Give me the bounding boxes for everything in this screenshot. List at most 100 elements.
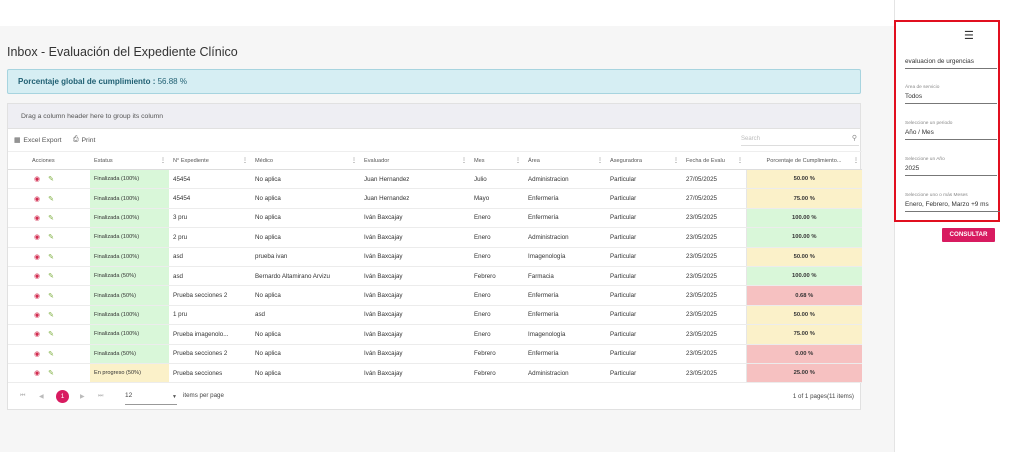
edit-pencil-icon[interactable]: ✎: [48, 293, 54, 300]
column-header[interactable]: Estatus ⋮: [90, 151, 169, 170]
fecha-cell: 23/05/2025: [682, 247, 746, 267]
column-header[interactable]: Mes ⋮: [470, 151, 524, 170]
mes-cell: Enero: [470, 247, 524, 267]
view-eye-icon[interactable]: ◉: [34, 254, 40, 261]
group-panel[interactable]: Drag a column header here to group its c…: [8, 104, 860, 129]
column-header[interactable]: Porcentaje de Cumplimiento... ⋮: [746, 151, 862, 170]
area-cell: Imagenología: [524, 247, 606, 267]
edit-pencil-icon[interactable]: ✎: [48, 370, 54, 377]
view-eye-icon[interactable]: ◉: [34, 176, 40, 183]
mes-cell: Enero: [470, 227, 524, 248]
column-header-label: Porcentaje de Cumplimiento...: [766, 157, 842, 164]
area-select[interactable]: Área de servicio Todos: [905, 85, 997, 104]
column-header[interactable]: Evaluador ⋮: [360, 151, 470, 170]
year-value: 2025: [905, 165, 920, 172]
view-eye-icon[interactable]: ◉: [34, 215, 40, 222]
column-menu-icon[interactable]: ⋮: [515, 157, 521, 164]
view-eye-icon[interactable]: ◉: [34, 196, 40, 203]
view-eye-icon[interactable]: ◉: [34, 331, 40, 338]
column-header[interactable]: Fecha de Evalu ⋮: [682, 151, 746, 170]
area-cell: Farmacia: [524, 266, 606, 287]
porcentaje-cell: 75.00 %: [745, 324, 862, 345]
medico-cell: No aplica: [251, 169, 360, 190]
edit-pencil-icon[interactable]: ✎: [48, 196, 54, 203]
expediente-cell: Prueba secciones 2: [169, 285, 251, 306]
page-size-select[interactable]: 12 ▼: [125, 392, 177, 405]
table-row: ◉ ✎ Finalizada (50%) Prueba secciones 2 No a…: [8, 344, 862, 364]
estatus-cell: Finalizada (100%): [90, 227, 169, 248]
items-per-page-label: items per page: [183, 392, 224, 399]
column-menu-icon[interactable]: ⋮: [737, 157, 743, 164]
column-header[interactable]: Aseguradora ⋮: [606, 151, 682, 170]
column-header-label: Aseguradora: [610, 157, 643, 164]
porcentaje-cell: 75.00 %: [745, 188, 862, 209]
grid-toolbar: ▦ Excel Export ⎙ Print Search ⚲: [8, 129, 860, 150]
view-eye-icon[interactable]: ◉: [34, 312, 40, 319]
table-row: ◉ ✎ Finalizada (100%) 2 pru No aplica Iván Ba…: [8, 227, 862, 248]
column-header[interactable]: N° Expediente ⋮: [169, 151, 251, 170]
estatus-cell: Finalizada (50%): [90, 266, 169, 287]
menu-icon[interactable]: ☰: [964, 29, 974, 42]
next-page-icon[interactable]: ▶: [80, 393, 85, 400]
last-page-icon[interactable]: ⏭: [98, 393, 103, 400]
fecha-cell: 23/05/2025: [682, 344, 746, 364]
table-header-row: Acciones Estatus ⋮ N° Expediente ⋮ Médico ⋮ Eva…: [8, 151, 862, 170]
column-header[interactable]: Acciones: [8, 151, 90, 170]
actions-cell: ◉ ✎: [8, 324, 90, 345]
evaluador-cell: Iván Baxcajay: [360, 285, 470, 306]
search-field-value: evaluacion de urgencias: [905, 58, 974, 65]
page-number-current[interactable]: 1: [56, 390, 69, 403]
area-cell: Imagenología: [524, 324, 606, 345]
page-title: Inbox - Evaluación del Expediente Clínic…: [7, 45, 238, 59]
first-page-icon[interactable]: ⏮: [20, 393, 25, 400]
grid-search-input[interactable]: Search ⚲: [741, 133, 859, 146]
column-menu-icon[interactable]: ⋮: [160, 157, 166, 164]
edit-pencil-icon[interactable]: ✎: [48, 351, 54, 358]
year-select[interactable]: Seleccione un Año 2025: [905, 157, 997, 176]
period-select[interactable]: Seleccione un periodo Año / Mes: [905, 121, 997, 140]
column-menu-icon[interactable]: ⋮: [597, 157, 603, 164]
view-eye-icon[interactable]: ◉: [34, 351, 40, 358]
column-header-label: Acciones: [32, 157, 55, 164]
edit-pencil-icon[interactable]: ✎: [48, 331, 54, 338]
search-icon: ⚲: [851, 135, 857, 142]
evaluador-cell: Iván Baxcajay: [360, 247, 470, 267]
fecha-cell: 23/05/2025: [682, 208, 746, 229]
estatus-cell: Finalizada (100%): [90, 169, 169, 190]
porcentaje-cell: 100.00 %: [745, 227, 862, 248]
view-eye-icon[interactable]: ◉: [34, 370, 40, 377]
excel-export-button[interactable]: ▦ Excel Export: [14, 136, 62, 145]
column-menu-icon[interactable]: ⋮: [673, 157, 679, 164]
column-header[interactable]: Médico ⋮: [251, 151, 360, 170]
months-select[interactable]: Seleccione uno o más Meses Enero, Febrer…: [905, 193, 1000, 212]
column-menu-icon[interactable]: ⋮: [351, 157, 357, 164]
table-body: ◉ ✎ Finalizada (100%) 45454 No aplica Juan He…: [8, 169, 862, 384]
search-field[interactable]: evaluacion de urgencias: [905, 58, 997, 69]
edit-pencil-icon[interactable]: ✎: [48, 234, 54, 241]
view-eye-icon[interactable]: ◉: [34, 273, 40, 280]
fecha-cell: 23/05/2025: [682, 266, 746, 287]
medico-cell: No aplica: [251, 188, 360, 209]
edit-pencil-icon[interactable]: ✎: [48, 254, 54, 261]
estatus-cell: En progreso (50%): [90, 363, 169, 384]
edit-pencil-icon[interactable]: ✎: [48, 312, 54, 319]
column-header[interactable]: Área ⋮: [524, 151, 606, 170]
prev-page-icon[interactable]: ◀: [39, 393, 44, 400]
aseguradora-cell: Particular: [606, 305, 682, 326]
evaluador-cell: Iván Baxcajay: [360, 208, 470, 229]
view-eye-icon[interactable]: ◉: [34, 293, 40, 300]
column-menu-icon[interactable]: ⋮: [853, 157, 859, 164]
consult-button[interactable]: CONSULTAR: [942, 228, 995, 242]
expediente-cell: 2 pru: [169, 227, 251, 248]
edit-pencil-icon[interactable]: ✎: [48, 273, 54, 280]
edit-pencil-icon[interactable]: ✎: [48, 176, 54, 183]
view-eye-icon[interactable]: ◉: [34, 234, 40, 241]
edit-pencil-icon[interactable]: ✎: [48, 215, 54, 222]
column-menu-icon[interactable]: ⋮: [461, 157, 467, 164]
area-cell: Enfermería: [524, 344, 606, 364]
aseguradora-cell: Particular: [606, 285, 682, 306]
print-button[interactable]: ⎙ Print: [73, 136, 95, 144]
column-menu-icon[interactable]: ⋮: [242, 157, 248, 164]
page-size-value: 12: [125, 392, 133, 399]
table-row: ◉ ✎ Finalizada (100%) 1 pru asd Iván Baxcajay…: [8, 305, 862, 326]
